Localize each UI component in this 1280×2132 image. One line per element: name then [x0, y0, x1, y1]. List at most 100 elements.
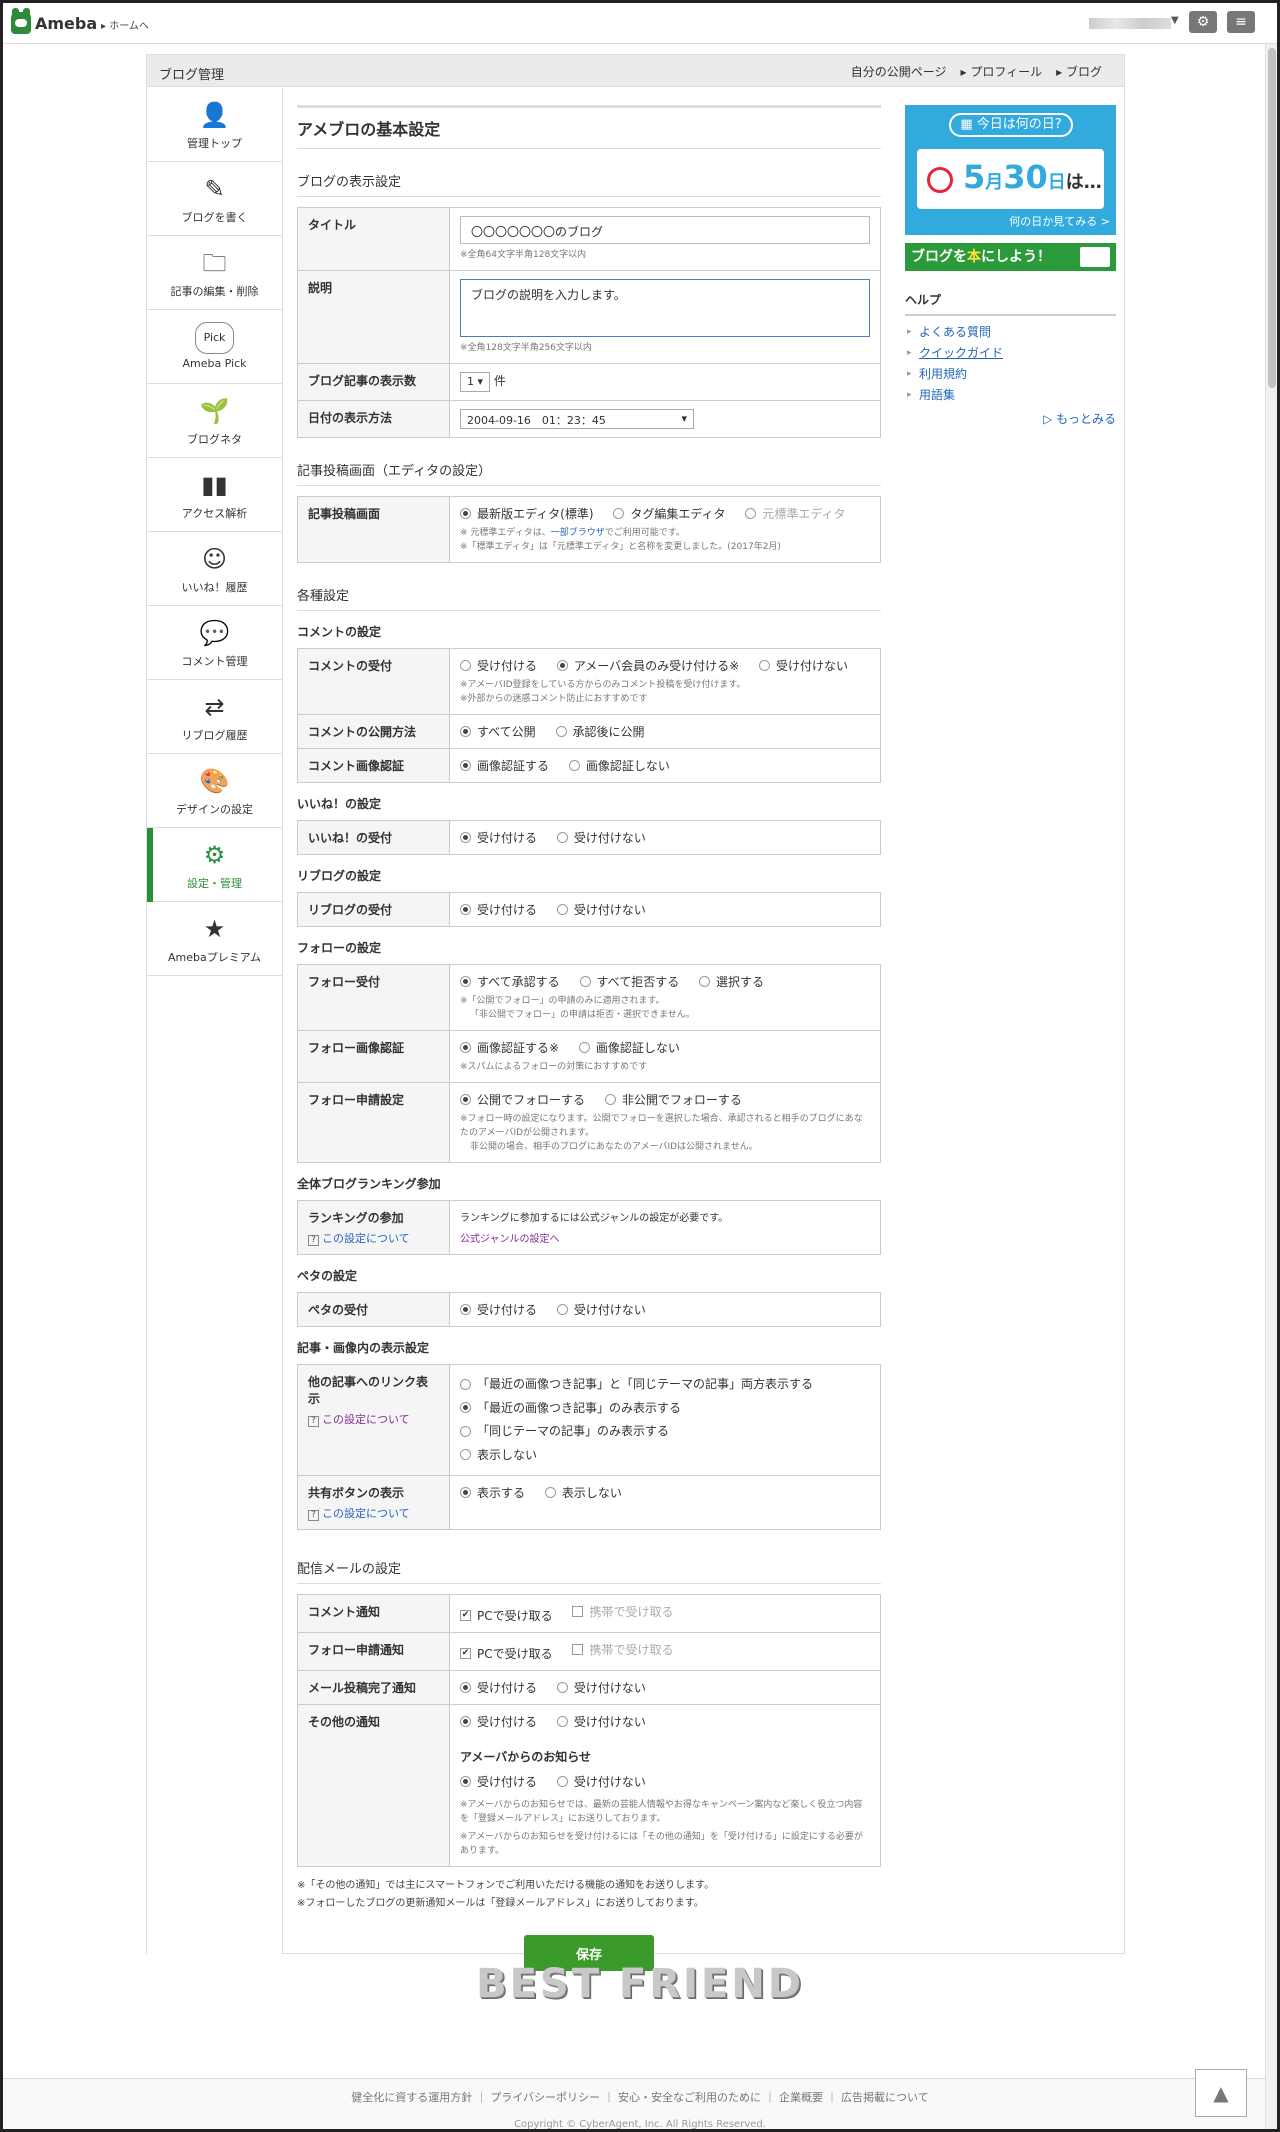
follow-settings-subheading: フォローの設定 [297, 941, 382, 955]
radio-other-reject[interactable]: 受け付けない [556, 1713, 646, 1730]
radio-label: 受け付けない [573, 903, 646, 917]
radio-label: 非公開でフォローする [621, 1093, 742, 1107]
link-display-help-link[interactable]: ? この設定について [308, 1411, 439, 1427]
footer-link[interactable]: 健全化に資する運用方針 [351, 2091, 472, 2104]
help-more-link[interactable]: ▷ もっとみる [905, 410, 1116, 427]
radio-editor-tag[interactable]: タグ編集エディタ [613, 505, 726, 522]
sidebar-item-comments[interactable]: 💬 コメント管理 [147, 606, 282, 680]
radio-publish-all[interactable]: すべて公開 [460, 723, 536, 740]
page-title: アメブロの基本設定 [297, 105, 881, 149]
scrollbar-thumb[interactable] [1268, 48, 1276, 388]
table-row: メール投稿完了通知 受け付ける 受け付けない [297, 1670, 881, 1705]
radio-follow-private[interactable]: 非公開でフォローする [604, 1091, 742, 1108]
blog-title-input[interactable]: 〇〇〇〇〇〇〇のブログ [460, 216, 870, 244]
radio-mail-post-reject[interactable]: 受け付けない [556, 1679, 646, 1696]
radio-share-hide[interactable]: 表示しない [544, 1484, 622, 1501]
ranking-help-link[interactable]: ? この設定について [308, 1230, 439, 1246]
date-format-select[interactable]: 2004-09-16 01：23：45 ▾ [460, 409, 694, 429]
help-link-glossary[interactable]: 用語集 [905, 385, 1116, 406]
radio-share-show[interactable]: 表示する [460, 1484, 525, 1501]
sidebar-item-design[interactable]: 🎨 デザインの設定 [147, 754, 282, 828]
radio-mail-post-accept[interactable]: 受け付ける [460, 1679, 537, 1696]
footer-link[interactable]: 広告掲載について [841, 2091, 929, 2104]
profile-link[interactable]: ▸ プロフィール [961, 63, 1043, 80]
scrollbar[interactable] [1265, 44, 1277, 2129]
blog-description-textarea[interactable]: ブログの説明を入力します。 [460, 279, 870, 337]
help-link-quick-guide[interactable]: クイックガイド [905, 343, 1116, 364]
radio-comment-reject[interactable]: 受け付けない [759, 657, 848, 674]
sidebar-item-settings[interactable]: ⚙ 設定・管理 [147, 828, 282, 902]
radio-follow-select[interactable]: 選択する [699, 973, 764, 990]
radio-news-reject[interactable]: 受け付けない [556, 1773, 646, 1790]
radio-follow-captcha-off[interactable]: 画像認証しない [578, 1039, 680, 1056]
radio-label: 表示しない [477, 1447, 538, 1462]
today-month-unit: 月 [985, 172, 1004, 193]
footer-link[interactable]: 安心・安全なご利用のために [618, 2091, 761, 2104]
profile-link-label: プロフィール [970, 65, 1043, 79]
radio-follow-captcha-on[interactable]: 画像認証する※ [460, 1039, 559, 1056]
radio-editor-latest[interactable]: 最新版エディタ(標準) [460, 505, 594, 522]
sidebar-item-reblog[interactable]: ⇄ リブログ履歴 [147, 680, 282, 754]
comment-captcha-cell: 画像認証する 画像認証しない [449, 748, 881, 783]
user-dropdown-arrow-icon[interactable]: ▼ [1171, 15, 1179, 26]
checkbox-follow-pc[interactable]: ✔ PCで受け取る [460, 1645, 553, 1662]
blog-book-banner[interactable]: ブログを本にしよう！ [905, 243, 1116, 271]
radio-comment-captcha-off[interactable]: 画像認証しない [568, 757, 670, 774]
checkbox-comment-pc[interactable]: ✔ PCで受け取る [460, 1607, 553, 1624]
footer-link[interactable]: 企業概要 [779, 2091, 823, 2104]
table-row: いいね！の受付 受け付ける 受け付けない [297, 820, 881, 855]
radio-other-accept[interactable]: 受け付ける [460, 1713, 537, 1730]
home-link[interactable]: ▸ ホームへ [101, 17, 149, 32]
radio-peta-accept[interactable]: 受け付ける [460, 1301, 537, 1318]
sidebar-item-ameba-pick[interactable]: Pick Ameba Pick [147, 310, 282, 384]
browser-link[interactable]: 一部ブラウザ [551, 528, 605, 538]
radio-comment-accept[interactable]: 受け付ける [460, 657, 537, 674]
scroll-to-top-button[interactable]: ▲ [1195, 2069, 1247, 2117]
checkbox-label: 携帯で受け取る [589, 1605, 674, 1619]
footer-link[interactable]: プライバシーポリシー [490, 2091, 600, 2104]
sidebar-item-blog-neta[interactable]: 🌱 ブログネタ [147, 384, 282, 458]
genre-settings-link[interactable]: 公式ジャンルの設定へ [460, 1230, 870, 1245]
my-public-page-link[interactable]: 自分の公開ページ [851, 63, 947, 80]
today-anniversary-banner[interactable]: ▦ 今日は何の日? 5月30日は… 何の日か見てみる > [905, 105, 1116, 235]
menu-button[interactable]: ≡ [1227, 11, 1255, 33]
help-link-terms[interactable]: 利用規約 [905, 364, 1116, 385]
sidebar-item-edit-delete[interactable]: 🗀 記事の編集・削除 [147, 236, 282, 310]
radio-follow-approve-all[interactable]: すべて承認する [460, 973, 560, 990]
radio-like-accept[interactable]: 受け付ける [460, 829, 537, 846]
radio-link-same-theme[interactable]: 「同じテーマの記事」のみ表示する [460, 1420, 669, 1442]
sidebar-item-manage-top[interactable]: 👤 管理トップ [147, 88, 282, 162]
radio-news-accept[interactable]: 受け付ける [460, 1773, 537, 1790]
radio-link-both[interactable]: 「最近の画像つき記事」と「同じテーマの記事」両方表示する [460, 1373, 813, 1395]
radio-comment-captcha-on[interactable]: 画像認証する [460, 757, 549, 774]
chevron-down-icon: ▾ [681, 412, 687, 425]
username-masked[interactable] [1089, 18, 1171, 29]
radio-label: アメーバ会員のみ受け付ける※ [573, 659, 740, 673]
share-label: 共有ボタンの表示 [308, 1486, 405, 1500]
radio-follow-reject-all[interactable]: すべて拒否する [579, 973, 679, 990]
ameba-logo[interactable]: Ameba [11, 8, 97, 35]
settings-button[interactable]: ⚙ [1189, 11, 1217, 33]
blog-link[interactable]: ▸ ブログ [1056, 63, 1102, 80]
radio-publish-after-approval[interactable]: 承認後に公開 [555, 723, 645, 740]
radio-link-hide[interactable]: 表示しない [460, 1444, 537, 1466]
sidebar-item-premium[interactable]: ★ Amebaプレミアム [147, 902, 282, 976]
help-link-faq[interactable]: よくある質問 [905, 322, 1116, 343]
radio-reblog-reject[interactable]: 受け付けない [556, 901, 646, 918]
radio-like-reject[interactable]: 受け付けない [556, 829, 646, 846]
today-link[interactable]: 何の日か見てみる > [1009, 213, 1110, 229]
sidebar-item-access[interactable]: ▮▮ アクセス解析 [147, 458, 282, 532]
sidebar-item-write[interactable]: ✎ ブログを書く [147, 162, 282, 236]
post-count-select[interactable]: 1 ▾ [460, 372, 491, 392]
radio-reblog-accept[interactable]: 受け付ける [460, 901, 537, 918]
sidebar-item-likes[interactable]: ☺ いいね！履歴 [147, 532, 282, 606]
radio-peta-reject[interactable]: 受け付けない [556, 1301, 646, 1318]
table-row: ブログ記事の表示数 1 ▾ 件 [297, 363, 881, 401]
radio-label: すべて公開 [477, 725, 536, 739]
share-help-link[interactable]: ? この設定について [308, 1505, 439, 1521]
ranking-label-cell: ランキングの参加 ? この設定について [297, 1200, 450, 1255]
table-row: フォロー受付 すべて承認する すべて拒否する 選択する ※「公開でフォロー」の申… [297, 964, 881, 1031]
radio-follow-public[interactable]: 公開でフォローする [460, 1091, 585, 1108]
radio-comment-members-only[interactable]: アメーバ会員のみ受け付ける※ [556, 657, 740, 674]
radio-link-recent-images[interactable]: 「最近の画像つき記事」のみ表示する [460, 1397, 681, 1419]
